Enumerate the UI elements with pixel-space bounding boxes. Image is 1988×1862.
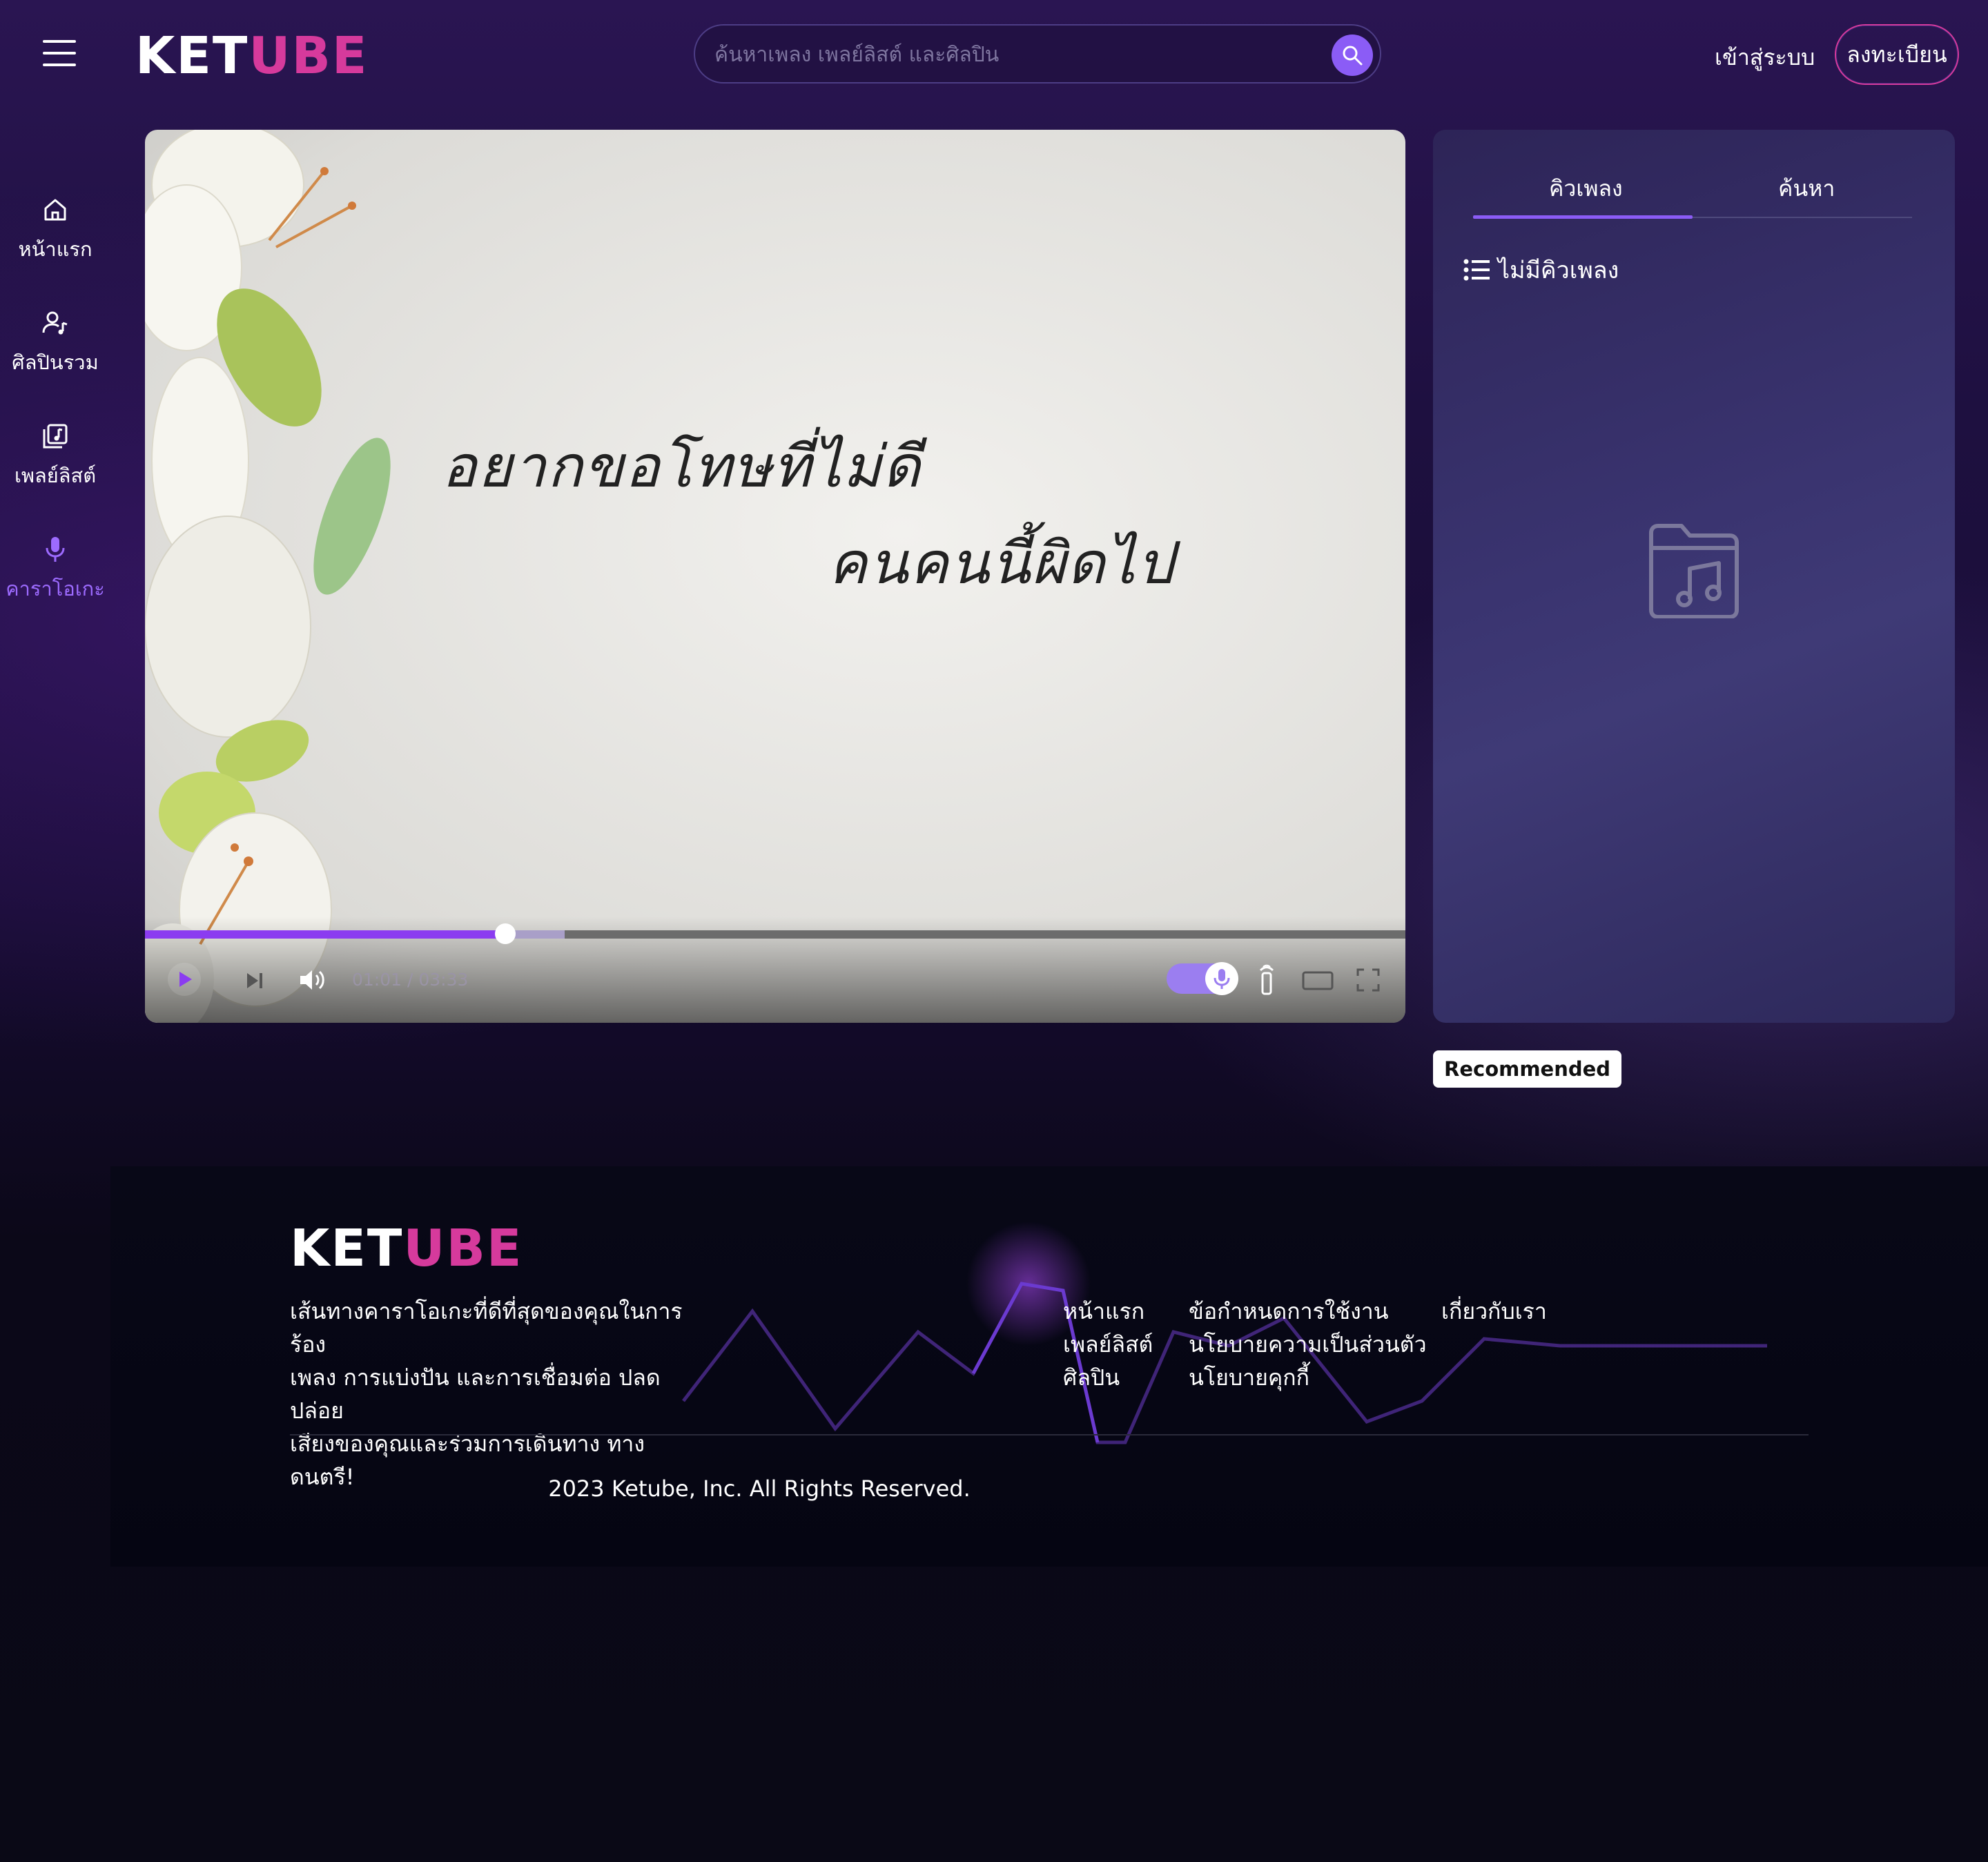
playlist-icon (43, 424, 68, 449)
time-display: 01:01 / 03:33 (352, 970, 469, 990)
play-icon (168, 963, 201, 996)
search-icon (1343, 46, 1363, 66)
logo-text-white: KET (135, 26, 249, 86)
footer-link-playlist[interactable]: เพลย์ลิสต์ (1063, 1328, 1153, 1361)
played-progress (145, 930, 506, 939)
footer-nav-column: หน้าแรก เพลย์ลิสต์ ศิลปิน (1063, 1295, 1153, 1394)
footer-desc-line: เส้นทางคาราโอเกะที่ดีที่สุดของคุณในการร้… (290, 1298, 683, 1358)
theater-mode-icon (1302, 971, 1334, 990)
next-button[interactable] (244, 970, 265, 994)
lyric-line-2: คนคนนี้ผิดไป (828, 529, 1175, 597)
sidebar-item-artists[interactable]: ศิลปินรวม (0, 308, 110, 378)
sidebar-item-karaoke[interactable]: คาราโอเกะ (0, 534, 110, 605)
footer-logo[interactable]: KETᑌBE (290, 1219, 523, 1278)
volume-button[interactable] (298, 968, 327, 995)
sidebar-item-label: ศิลปินรวม (12, 351, 99, 374)
theater-mode-button[interactable] (1302, 970, 1334, 994)
footer-desc-line: เพลง การแบ่งปัน และการเชื่อมต่อ ปลดปล่อย (290, 1364, 661, 1424)
login-link[interactable]: เข้าสู่ระบบ (1715, 40, 1815, 75)
footer-link-cookies[interactable]: นโยบายคุกกี้ (1189, 1361, 1427, 1394)
footer-divider (290, 1434, 1809, 1435)
footer-link-about[interactable]: เกี่ยวกับเรา (1441, 1295, 1547, 1328)
tab-queue[interactable]: คิวเพลง (1549, 171, 1623, 206)
empty-queue-row: ไม่มีคิวเพลง (1463, 251, 1619, 288)
sidebar-item-label: คาราโอเกะ (6, 577, 105, 600)
vocal-toggle-knob (1205, 962, 1238, 995)
list-icon (1463, 259, 1490, 281)
logo-text-pink: ᑌBE (248, 26, 369, 86)
video-player[interactable]: อยากขอโทษที่ไม่ดี คนคนนี้ผิดไป 01:01 / 0… (145, 130, 1405, 1023)
hamburger-menu-icon[interactable] (43, 40, 76, 68)
copyright-text: 2023 Ketube, Inc. All Rights Reserved. (548, 1476, 971, 1502)
logo-text-white: KET (290, 1219, 404, 1278)
lyric-line-1: อยากขอโทษที่ไม่ดี (442, 433, 922, 500)
remote-icon (1259, 964, 1274, 995)
footer-about-column: เกี่ยวกับเรา (1441, 1295, 1547, 1328)
home-icon (44, 199, 66, 221)
recommended-badge[interactable]: Recommended (1433, 1050, 1622, 1088)
ketube-logo[interactable]: KETᑌBE (135, 26, 368, 86)
search-input[interactable] (713, 38, 1323, 71)
music-folder-icon (1649, 524, 1739, 618)
sidebar-item-playlist[interactable]: เพลย์ลิสต์ (0, 421, 110, 491)
play-button[interactable] (167, 962, 202, 999)
footer-link-terms[interactable]: ข้อกำหนดการใช้งาน (1189, 1295, 1427, 1328)
sidebar-item-label: หน้าแรก (18, 237, 92, 261)
vocal-toggle[interactable] (1167, 962, 1238, 995)
footer-description: เส้นทางคาราโอเกะที่ดีที่สุดของคุณในการร้… (290, 1295, 704, 1493)
tab-active-indicator (1473, 215, 1693, 219)
tab-search[interactable]: ค้นหา (1778, 171, 1835, 206)
volume-icon (300, 970, 324, 990)
lily-flowers-decoration (145, 130, 391, 1023)
search-button[interactable] (1332, 35, 1373, 76)
queue-panel: คิวเพลง ค้นหา ไม่มีคิวเพลง (1433, 130, 1955, 1023)
footer-link-privacy[interactable]: นโยบายความเป็นส่วนตัว (1189, 1328, 1427, 1361)
sidebar-item-home[interactable]: หน้าแรก (0, 195, 110, 265)
fullscreen-button[interactable] (1356, 968, 1381, 995)
search-bar (694, 24, 1381, 84)
footer-link-artists[interactable]: ศิลปิน (1063, 1361, 1153, 1394)
progress-bar[interactable] (145, 923, 1405, 944)
skip-next-icon (247, 973, 262, 988)
logo-text-pink: ᑌBE (403, 1219, 523, 1278)
register-button[interactable]: ลงทะเบียน (1835, 24, 1959, 85)
footer: KETᑌBE เส้นทางคาราโอเกะที่ดีที่สุดของคุณ… (110, 1166, 1988, 1567)
remote-control-button[interactable] (1256, 963, 1277, 999)
footer-legal-column: ข้อกำหนดการใช้งาน นโยบายความเป็นส่วนตัว … (1189, 1295, 1427, 1394)
empty-queue-label: ไม่มีคิวเพลง (1498, 257, 1619, 284)
microphone-icon (46, 537, 65, 562)
microphone-icon (1214, 969, 1230, 989)
artist-icon (42, 311, 68, 335)
sidebar-item-label: เพลย์ลิสต์ (14, 464, 97, 487)
fullscreen-icon (1356, 968, 1380, 992)
footer-link-home[interactable]: หน้าแรก (1063, 1295, 1153, 1328)
